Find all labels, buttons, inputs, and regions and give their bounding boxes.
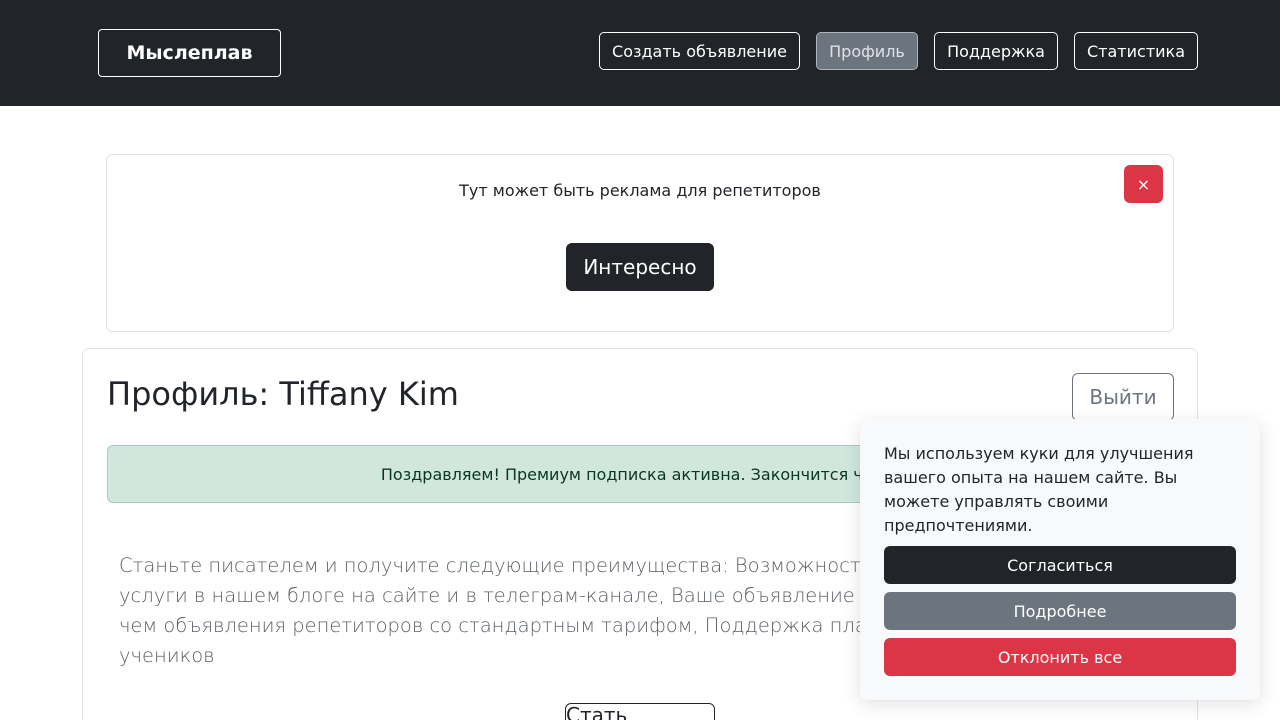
ad-interested-button[interactable]: Интересно — [566, 243, 714, 291]
ad-banner: Тут может быть реклама для репетиторов ×… — [106, 154, 1174, 332]
navbar: Мыслеплав Создать объявление Профиль Под… — [0, 0, 1280, 106]
ad-text: Тут может быть реклама для репетиторов — [459, 181, 821, 200]
nav-support-button[interactable]: Поддержка — [934, 32, 1058, 70]
nav-statistics-button[interactable]: Статистика — [1074, 32, 1198, 70]
logout-button[interactable]: Выйти — [1072, 373, 1174, 421]
cookie-reject-button[interactable]: Отклонить все — [884, 638, 1236, 676]
cookie-consent-panel: Мы используем куки для улучшения вашего … — [860, 419, 1260, 700]
close-icon: × — [1136, 174, 1151, 194]
nav-profile-button[interactable]: Профиль — [816, 32, 918, 70]
cookie-more-button[interactable]: Подробнее — [884, 592, 1236, 630]
ad-close-button[interactable]: × — [1124, 165, 1163, 203]
cookie-accept-button[interactable]: Согласиться — [884, 546, 1236, 584]
nav-create-ad-button[interactable]: Создать объявление — [599, 32, 800, 70]
become-writer-button[interactable]: Стать писателем — [565, 703, 715, 720]
cookie-text: Мы используем куки для улучшения вашего … — [884, 444, 1194, 535]
page-title: Профиль: Tiffany Kim — [107, 375, 459, 413]
brand-logo[interactable]: Мыслеплав — [98, 29, 281, 77]
